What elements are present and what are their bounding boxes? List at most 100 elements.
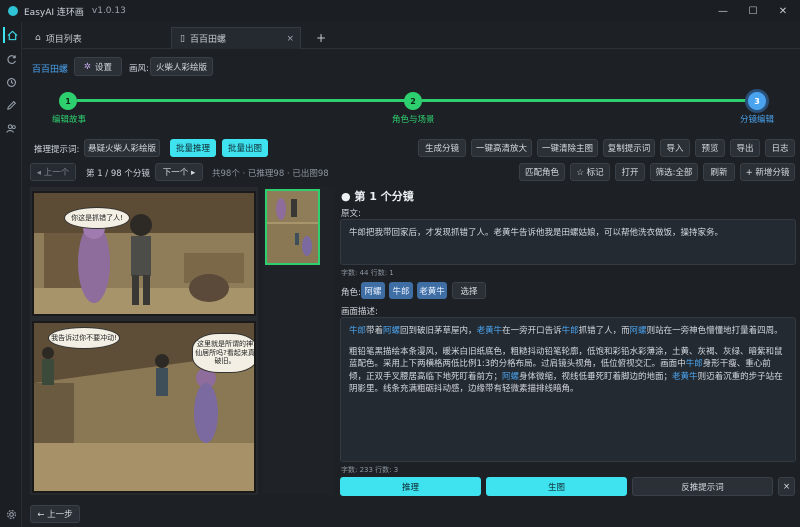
clear-main-image-button[interactable]: 一键清除主图 [537, 139, 598, 157]
step-line-1 [77, 99, 406, 102]
desc-paragraph-2: 粗铅笔黑描绘本条漫风，暖米白旧纸底色，粗糙抖动铅笔轮廓，低饱和彩铅水彩薄涂，土黄… [349, 346, 787, 396]
desc-text: 带着 [366, 326, 384, 336]
filter-select[interactable]: 筛选:全部 [650, 163, 698, 181]
gear-icon: ✲ [83, 61, 92, 72]
role-chip[interactable]: 阿螺 [361, 282, 385, 299]
thumbnail-storyboard-1[interactable] [265, 189, 320, 265]
roles-label: 角色: [341, 288, 361, 298]
step-2-circle[interactable]: 2 [404, 92, 422, 110]
progress-stats: 共98个 · 已推理98 · 已出图98 [212, 169, 329, 179]
infer-button[interactable]: 推理 [340, 477, 481, 496]
maximize-button[interactable]: ☐ [738, 0, 768, 22]
storyboard-heading: ● 第 1 个分镜 [341, 190, 414, 203]
title-bar: EasyAI 连环画 v1.0.13 — ☐ ✕ [0, 0, 800, 22]
gen-storyboard-button[interactable]: 生成分镜 [418, 139, 466, 157]
select-roles-button[interactable]: 选择 [452, 282, 486, 299]
thumbnail-image [267, 191, 318, 263]
import-button[interactable]: 导入 [660, 139, 690, 157]
step-3-circle[interactable]: 3 [748, 92, 766, 110]
mark-button[interactable]: ☆ 标记 [570, 163, 610, 181]
new-tab-button[interactable]: + [308, 27, 328, 49]
character-name: 阿螺 [383, 326, 401, 336]
upscale-button[interactable]: 一键高清放大 [471, 139, 532, 157]
history-icon[interactable] [3, 74, 19, 90]
comic-panel-top: 你这是抓错了人! [32, 191, 256, 316]
tab-label: 项目列表 [45, 34, 82, 45]
desc-paragraph-1: 牛郎带着阿螺回到破旧茅草屋内，老黄牛在一旁开口告诉牛郎抓错了人，而阿螺则站在一旁… [349, 325, 787, 338]
prev-storyboard-button[interactable]: ◂ 上一个 [30, 163, 76, 181]
back-step-button[interactable]: ← 上一步 [30, 505, 80, 523]
close-detail-button[interactable]: × [778, 477, 795, 496]
prompt-select[interactable]: 悬疑火柴人彩绘版 [84, 139, 160, 157]
app-version: v1.0.13 [91, 6, 126, 16]
batch-infer-button[interactable]: 批量推理 [170, 139, 216, 157]
minimize-button[interactable]: — [708, 0, 738, 22]
tab-close-icon[interactable]: × [286, 34, 294, 44]
original-text-area[interactable]: 牛郎把我带回家后，才发现抓错了人。老黄牛告诉他我是田螺姑娘，可以帮他洗衣做饭，操… [340, 219, 796, 265]
copy-prompt-button[interactable]: 复制提示词 [603, 139, 655, 157]
add-storyboard-button[interactable]: + 新增分镜 [740, 163, 795, 181]
desc-stats: 字数: 233 行数: 3 [341, 466, 399, 474]
left-rail [0, 22, 22, 527]
prompt-label: 推理提示词: [34, 145, 80, 155]
reverse-prompt-button[interactable]: 反推提示词 [632, 477, 773, 496]
role-chip[interactable]: 老黄牛 [417, 282, 447, 299]
home-icon[interactable] [3, 27, 19, 43]
comic-scene-top [34, 193, 254, 314]
match-character-button[interactable]: 匹配角色 [519, 163, 565, 181]
style-select[interactable]: 火柴人彩绘版 [150, 57, 213, 76]
step-1-label: 编辑故事 [52, 115, 87, 125]
export-button[interactable]: 导出 [730, 139, 760, 157]
thumbnail-strip [263, 187, 335, 495]
tab-project-detail[interactable]: ▯ 百百田螺 × [171, 27, 301, 49]
home-tab-icon: ⌂ [35, 33, 41, 43]
comic-panel-bottom: 我告诉过你不要冲动! 这里就是所谓的神仙居所吗?看起来真破旧。 [32, 321, 256, 493]
refresh-icon[interactable] [3, 51, 19, 67]
role-chip[interactable]: 牛郎 [389, 282, 413, 299]
settings-gear-icon[interactable] [3, 506, 19, 522]
step-3-label: 分镜编辑 [740, 115, 775, 125]
speech-bubble-2: 我告诉过你不要冲动! [48, 327, 120, 349]
character-name: 牛郎 [561, 326, 579, 336]
speech-bubble-3: 这里就是所谓的神仙居所吗?看起来真破旧。 [192, 333, 254, 373]
style-label: 画风: [129, 64, 149, 74]
storyboard-main-image[interactable]: 你这是抓错了人! 我告诉过你不要冲动! 这里就是所谓的神仙居所吗?看起来真破旧。 [30, 187, 258, 495]
settings-button[interactable]: ✲ 设置 [74, 57, 122, 76]
character-name: 牛郎 [349, 326, 367, 336]
refresh-button[interactable]: 刷新 [703, 163, 735, 181]
desc-text: 在一旁开口告诉 [502, 326, 562, 336]
users-icon[interactable] [3, 120, 19, 136]
character-name: 老黄牛 [672, 371, 698, 382]
step-2-label: 角色与场景 [392, 115, 435, 125]
close-window-button[interactable]: ✕ [768, 0, 798, 22]
original-stats: 字数: 44 行数: 1 [341, 269, 394, 277]
preview-button[interactable]: 预览 [695, 139, 725, 157]
app-logo-icon [8, 6, 18, 16]
desc-label: 画面描述: [341, 307, 378, 317]
generate-image-button[interactable]: 生图 [486, 477, 627, 496]
settings-label: 设置 [95, 62, 113, 73]
desc-text: 回到破旧茅草屋内， [400, 326, 477, 336]
step-1-circle[interactable]: 1 [59, 92, 77, 110]
character-name: 牛郎 [685, 359, 703, 369]
step-line-2 [422, 99, 748, 102]
project-name: 百百田螺 [32, 65, 69, 75]
next-storyboard-button[interactable]: 下一个 ▸ [155, 163, 203, 181]
document-icon: ▯ [180, 33, 185, 44]
tab-bar: ⌂ 项目列表 ▯ 百百田螺 × + [23, 27, 800, 49]
open-button[interactable]: 打开 [615, 163, 645, 181]
desc-text: 身体微缩，视线低垂死盯着脚边的地面； [519, 371, 673, 382]
character-name: 老黄牛 [476, 326, 503, 336]
speech-bubble-1: 你这是抓错了人! [64, 207, 130, 229]
page-info: 第 1 / 98 个分镜 [86, 169, 150, 179]
log-button[interactable]: 日志 [765, 139, 795, 157]
batch-image-button[interactable]: 批量出图 [222, 139, 268, 157]
desc-text-area[interactable]: 牛郎带着阿螺回到破旧茅草屋内，老黄牛在一旁开口告诉牛郎抓错了人，而阿螺则站在一旁… [340, 317, 796, 462]
app-title: EasyAI 连环画 [24, 7, 84, 18]
desc-text: 则站在一旁神色懵懂地打量着四周。 [646, 326, 783, 336]
desc-text: 抓错了人，而 [578, 326, 630, 336]
pencil-icon[interactable] [3, 97, 19, 113]
tab-project-list[interactable]: ⌂ 项目列表 [27, 27, 157, 49]
original-text: 牛郎把我带回家后，才发现抓错了人。老黄牛告诉他我是田螺姑娘，可以帮他洗衣做饭，操… [349, 228, 724, 238]
original-label: 原文: [341, 209, 361, 219]
